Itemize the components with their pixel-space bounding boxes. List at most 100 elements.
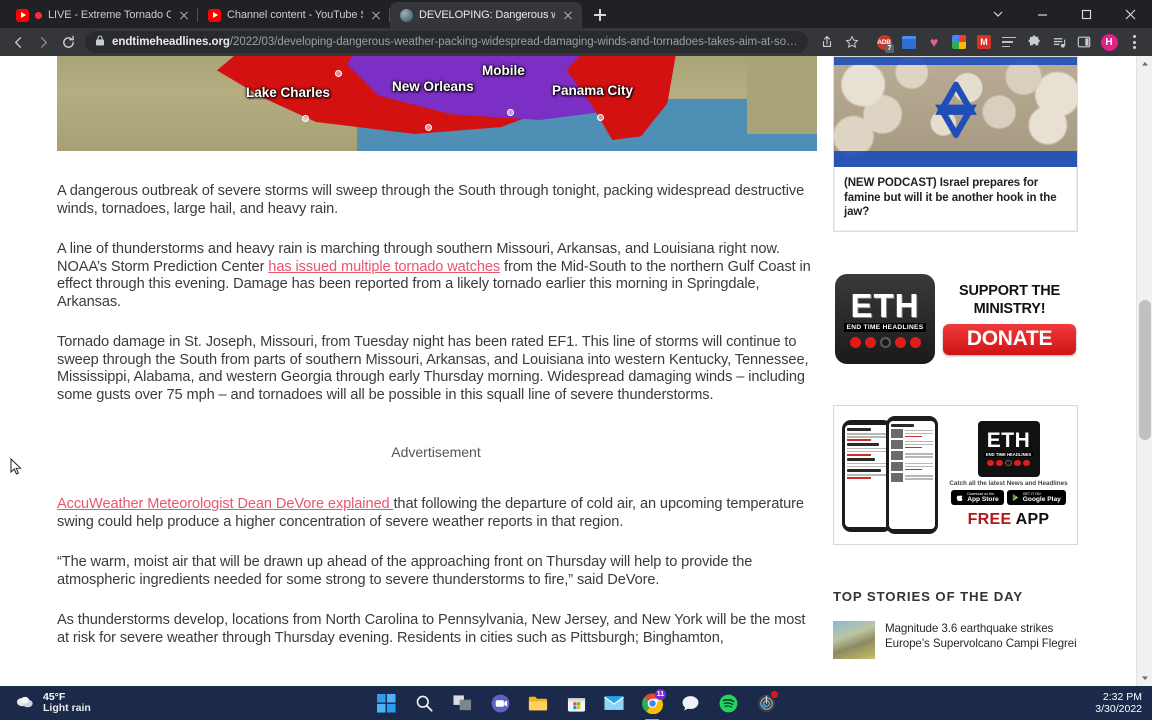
messages-button[interactable] [677, 690, 703, 716]
apple-icon [956, 495, 963, 501]
radar-app-button[interactable] [753, 690, 779, 716]
google-colors-extension-icon[interactable] [947, 30, 971, 54]
eth-logo-dots [987, 459, 1030, 466]
eth-logo-text: ETH [986, 429, 1031, 452]
forward-arrow-icon[interactable] [31, 30, 55, 54]
mail-m-extension-icon[interactable]: M [972, 30, 996, 54]
page-scrollbar[interactable] [1136, 56, 1152, 686]
adblock-extension-icon[interactable]: ADB 7 [872, 30, 896, 54]
donate-banner[interactable]: ETH END TIME HEADLINES SUPPORT THE MINIS… [833, 268, 1078, 369]
top-story-title: Magnitude 3.6 earthquake strikes Europe’… [885, 621, 1077, 650]
support-line-2: MINISTRY! [973, 301, 1046, 317]
system-tray: 2:32 PM 3/30/2022 [1095, 686, 1142, 720]
chrome-notification-badge: 11 [655, 689, 666, 700]
close-icon[interactable] [1108, 0, 1152, 28]
free-label: FREE [967, 510, 1012, 528]
mail-m-glyph: M [977, 35, 991, 49]
start-button[interactable] [373, 690, 399, 716]
article-paragraph-2: A line of thunderstorms and heavy rain i… [57, 241, 815, 311]
app-store-badge[interactable]: Download on the App Store [951, 489, 1004, 505]
article-paragraph-4: AccuWeather Meteorologist Dean DeVore ex… [57, 496, 815, 531]
weather-widget[interactable]: 45°F Light rain [0, 691, 180, 715]
mouse-cursor [10, 458, 22, 475]
new-tab-button[interactable] [586, 2, 614, 28]
profile-initial: H [1100, 33, 1118, 51]
mail-icon [604, 696, 624, 710]
scroll-up-arrow-icon[interactable] [1137, 56, 1152, 72]
tab-title: LIVE - Extreme Tornado Cover [48, 9, 171, 21]
article-column: Lake Charles New Orleans Mobile Panama C… [0, 56, 820, 670]
google-play-icon [1012, 493, 1018, 501]
google-play-badge[interactable]: GET IT ON Google Play [1006, 489, 1066, 505]
list-extension-icon[interactable] [997, 30, 1021, 54]
scroll-down-arrow-icon[interactable] [1137, 670, 1152, 686]
side-panel-icon[interactable] [1072, 30, 1096, 54]
paragraph-text: A dangerous outbreak of severe storms wi… [57, 183, 805, 217]
cloud-rain-icon [16, 696, 33, 708]
chrome-button[interactable]: 11 [639, 689, 666, 720]
globe-icon [400, 8, 413, 22]
lock-icon [95, 33, 105, 51]
bookmark-star-icon[interactable] [840, 30, 864, 54]
heart-extension-icon[interactable]: ♥ [922, 30, 946, 54]
microsoft-store-button[interactable] [563, 690, 589, 716]
page-content: Lake Charles New Orleans Mobile Panama C… [0, 56, 1136, 686]
minimize-icon[interactable] [1020, 0, 1064, 28]
task-view-button[interactable] [449, 690, 475, 716]
clock-time: 2:32 PM [1102, 691, 1142, 703]
toolbar-icon-group: ADB 7 ♥ M H [815, 30, 1146, 54]
free-app-banner[interactable]: ETH END TIME HEADLINES Catch all the lat… [833, 404, 1078, 545]
profile-avatar[interactable]: H [1097, 30, 1121, 54]
eth-logo-subtitle: END TIME HEADLINES [843, 323, 927, 332]
playlist-extension-icon[interactable] [1047, 30, 1071, 54]
tab-strip: LIVE - Extreme Tornado Cover Channel con… [0, 0, 1152, 28]
teams-icon [491, 694, 509, 712]
eth-logo-small: ETH END TIME HEADLINES [977, 420, 1040, 477]
maximize-icon[interactable] [1064, 0, 1108, 28]
mail-button[interactable] [601, 690, 627, 716]
accuweather-devore-link[interactable]: AccuWeather Meteorologist Dean DeVore ex… [57, 496, 393, 512]
map-city-label: Lake Charles [246, 85, 331, 100]
support-line-1: SUPPORT THE [959, 283, 1060, 299]
tab-close-icon[interactable] [369, 8, 383, 22]
store-icon [567, 697, 585, 712]
podcast-caption: (NEW PODCAST) Israel prepares for famine… [844, 177, 1057, 218]
eth-logo-text: ETH [850, 287, 920, 324]
tab-close-icon[interactable] [177, 8, 191, 22]
article-paragraph-6: As thunderstorms develop, locations from… [57, 612, 815, 647]
donate-button[interactable]: DONATE [943, 324, 1076, 355]
browser-tab-3-active[interactable]: DEVELOPING: Dangerous weath [390, 2, 582, 28]
youtube-icon [16, 8, 29, 22]
windows-logo-icon [376, 693, 396, 713]
heart-glyph: ♥ [929, 34, 939, 50]
eth-logo-subtitle: END TIME HEADLINES [983, 451, 1034, 457]
puzzle-extensions-icon[interactable] [1022, 30, 1046, 54]
tab-close-icon[interactable] [561, 8, 575, 22]
browser-tab-1[interactable]: LIVE - Extreme Tornado Cover [6, 2, 198, 28]
taskbar-clock[interactable]: 2:32 PM 3/30/2022 [1095, 691, 1142, 715]
map-city-label: Mobile [482, 63, 525, 78]
spotify-button[interactable] [715, 690, 741, 716]
teams-button[interactable] [487, 690, 513, 716]
file-explorer-button[interactable] [525, 690, 551, 716]
scrollbar-thumb[interactable] [1139, 300, 1151, 440]
advertisement-label: Advertisement [391, 444, 481, 460]
address-bar[interactable]: endtimeheadlines.org/2022/03/developing-… [85, 31, 808, 53]
back-arrow-icon[interactable] [6, 30, 30, 54]
tornado-watches-link[interactable]: has issued multiple tornado watches [268, 259, 500, 275]
map-city-label: New Orleans [392, 79, 474, 94]
podcast-card[interactable]: (NEW PODCAST) Israel prepares for famine… [833, 56, 1078, 232]
clock-date: 3/30/2022 [1095, 703, 1142, 715]
top-story-item[interactable]: Magnitude 3.6 earthquake strikes Europe’… [833, 620, 1100, 659]
tab-search-chevron-down-icon[interactable] [976, 0, 1020, 28]
live-indicator-icon [35, 11, 42, 19]
share-icon[interactable] [815, 30, 839, 54]
browser-toolbar: endtimeheadlines.org/2022/03/developing-… [0, 28, 1152, 56]
folder-icon [528, 696, 548, 710]
browser-tab-2[interactable]: Channel content - YouTube Studi [198, 2, 390, 28]
blue-app-extension-icon[interactable] [897, 30, 921, 54]
search-button[interactable] [411, 690, 437, 716]
reload-icon[interactable] [56, 30, 80, 54]
chrome-menu-kebab-icon[interactable] [1122, 30, 1146, 54]
eth-logo: ETH END TIME HEADLINES [835, 273, 935, 364]
